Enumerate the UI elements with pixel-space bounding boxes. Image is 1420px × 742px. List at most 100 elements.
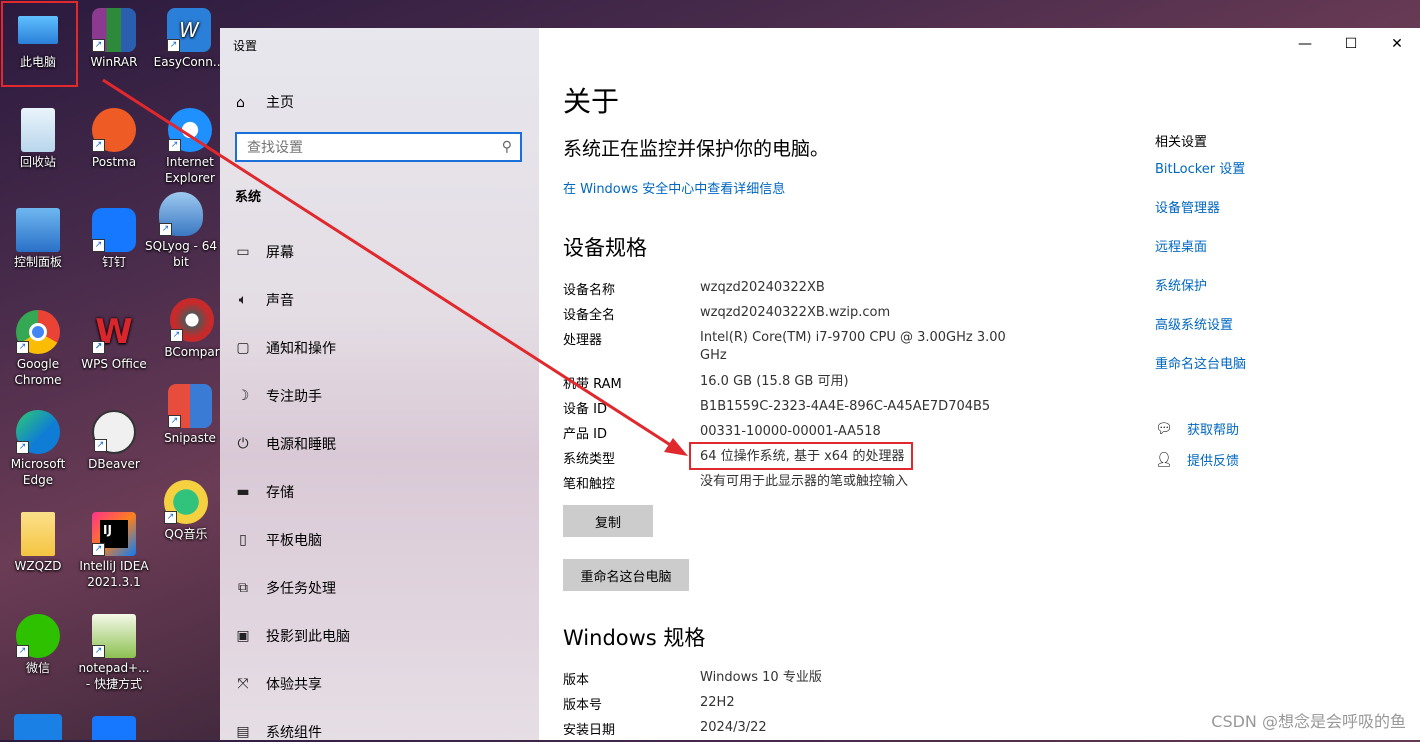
desktop-icon-label: EasyConn... <box>153 55 225 69</box>
desktop-icon-dingtalk[interactable]: ↗ 钉钉 <box>79 208 149 270</box>
desktop-icon-postman[interactable]: ↗ Postma <box>79 108 149 170</box>
related-settings-heading: 相关设置 <box>1155 135 1208 150</box>
desktop-icon-edge[interactable]: ↗ Microsoft Edge <box>3 410 73 488</box>
spec-label: 版本 <box>563 673 590 688</box>
desktop-icon-internet-explorer[interactable]: ↗ Internet Explorer <box>155 108 225 186</box>
desktop-icon-bcompare[interactable]: ↗ BCompar <box>158 298 226 360</box>
desktop-icon-wechat[interactable]: ↗ 微信 <box>3 614 73 676</box>
settings-window: 设置 ⌂ 主页 ⚲ 系统 ▭ 屏幕 🔈︎ 声音 ▢ 通知和操作 ☽ 专注助手 ⏻ 电源和睡眠… <box>220 28 1420 742</box>
help-icon: 💬︎ <box>1155 420 1173 437</box>
desktop-icon-notepadpp[interactable]: ↗ notepad+... - 快捷方式 <box>76 614 152 692</box>
nav-item-sound[interactable]: 🔈︎ 声音 <box>234 290 294 310</box>
control-panel-icon <box>16 208 60 252</box>
recycle-bin-icon <box>21 108 55 152</box>
desktop-icon-intellij[interactable]: IJ ↗ IntelliJ IDEA 2021.3.1 <box>79 512 149 590</box>
close-button[interactable]: ✕ <box>1374 28 1420 60</box>
nav-item-display[interactable]: ▭ 屏幕 <box>234 242 294 262</box>
intellij-icon: IJ ↗ <box>92 512 136 556</box>
desktop-icon-label: WinRAR <box>90 55 138 69</box>
search-input[interactable] <box>245 135 489 161</box>
spec-label: 版本号 <box>563 698 603 713</box>
desktop-icon-label: Snipaste <box>164 431 216 445</box>
nav-section-title: 系统 <box>235 190 262 205</box>
notepadpp-icon: ↗ <box>92 614 136 658</box>
system-protection-link[interactable]: 系统保护 <box>1155 275 1207 294</box>
desktop: 此电脑 ↗ WinRAR W ↗ EasyConn... 回收站 ↗ Postma… <box>0 0 224 740</box>
desktop-icon-label: Google Chrome <box>14 357 62 387</box>
nav-item-storage[interactable]: ▬ 存储 <box>234 482 294 502</box>
desktop-icon-recycle-bin[interactable]: 回收站 <box>3 108 73 170</box>
rename-pc-button[interactable]: 重命名这台电脑 <box>563 559 689 591</box>
desktop-icon-label: Internet Explorer <box>165 155 215 185</box>
desktop-icon-label: 控制面板 <box>13 255 62 269</box>
settings-nav-pane: 设置 ⌂ 主页 ⚲ 系统 ▭ 屏幕 🔈︎ 声音 ▢ 通知和操作 ☽ 专注助手 ⏻ 电源和睡眠… <box>220 28 539 742</box>
desktop-icon-label: WZQZD <box>14 559 62 573</box>
notification-icon: ▢ <box>236 340 250 356</box>
search-box[interactable]: ⚲ <box>235 132 522 162</box>
desktop-icon-sqlyog[interactable]: ↗ SQLyog - 64 bit <box>143 192 219 270</box>
desktop-icon-label: Postma <box>91 155 137 169</box>
focus-assist-icon: ☽ <box>236 388 250 404</box>
desktop-icon-control-panel[interactable]: 控制面板 <box>3 208 73 270</box>
nav-item-notifications[interactable]: ▢ 通知和操作 <box>234 338 336 358</box>
spec-value: Intel(R) Core(TM) i7-9700 CPU @ 3.00GHz … <box>700 330 1006 363</box>
spec-label: 产品 ID <box>563 427 607 442</box>
window-controls: — ☐ ✕ <box>1282 28 1420 60</box>
nav-item-label: 平板电脑 <box>266 533 322 549</box>
rename-pc-link[interactable]: 重命名这台电脑 <box>1155 353 1246 372</box>
wechat-icon: ↗ <box>16 614 60 658</box>
copy-button[interactable]: 复制 <box>563 505 653 537</box>
tablet-icon: ▯ <box>239 532 247 548</box>
nav-home-label: 主页 <box>266 95 294 111</box>
remote-desktop-link[interactable]: 远程桌面 <box>1155 236 1207 255</box>
minimize-button[interactable]: — <box>1282 28 1328 60</box>
spec-value: Windows 10 专业版 <box>700 670 822 685</box>
spec-label: 系统类型 <box>563 452 616 467</box>
desktop-icon-dbeaver[interactable]: ↗ DBeaver <box>79 410 149 472</box>
feedback-icon: 👤︎ <box>1155 451 1173 468</box>
desktop-icon-partial-2[interactable] <box>92 716 136 740</box>
bitlocker-link[interactable]: BitLocker 设置 <box>1155 158 1245 177</box>
desktop-icon-qqmusic[interactable]: ↗ QQ音乐 <box>151 480 221 542</box>
desktop-icon-chrome[interactable]: ↗ Google Chrome <box>3 310 73 388</box>
search-icon[interactable]: ⚲ <box>502 139 512 155</box>
spec-value: B1B1559C-2323-4A4E-896C-A45AE7D704B5 <box>700 399 991 414</box>
advanced-system-settings-link[interactable]: 高级系统设置 <box>1155 314 1233 333</box>
give-feedback-link[interactable]: 👤︎ 提供反馈 <box>1155 450 1239 470</box>
device-specs-heading: 设备规格 <box>563 236 647 260</box>
postman-icon: ↗ <box>92 108 136 152</box>
nav-item-tablet[interactable]: ▯ 平板电脑 <box>234 530 322 550</box>
nav-item-label: 电源和睡眠 <box>266 437 336 453</box>
desktop-icon-partial-1[interactable] <box>14 714 62 740</box>
spec-value: wzqzd20240322XB.wzip.com <box>700 305 891 320</box>
snipaste-icon: ↗ <box>168 384 212 428</box>
nav-item-label: 系统组件 <box>266 725 322 741</box>
get-help-link[interactable]: 💬︎ 获取帮助 <box>1155 419 1239 439</box>
nav-item-power[interactable]: ⏻ 电源和睡眠 <box>234 434 336 454</box>
desktop-icon-snipaste[interactable]: ↗ Snipaste <box>155 384 225 446</box>
dingtalk-icon: ↗ <box>92 208 136 252</box>
desktop-icon-wps[interactable]: W ↗ WPS Office <box>79 310 149 372</box>
folder-icon <box>21 512 55 556</box>
page-title: 关于 <box>563 85 620 118</box>
nav-item-focus-assist[interactable]: ☽ 专注助手 <box>234 386 322 406</box>
sqlyog-icon: ↗ <box>159 192 203 236</box>
home-icon: ⌂ <box>236 95 245 111</box>
device-manager-link[interactable]: 设备管理器 <box>1155 197 1220 216</box>
spec-value: 16.0 GB (15.8 GB 可用) <box>700 374 849 389</box>
winrar-icon: ↗ <box>92 8 136 52</box>
spec-value: 00331-10000-00001-AA518 <box>700 424 881 439</box>
desktop-icon-winrar[interactable]: ↗ WinRAR <box>79 8 149 70</box>
nav-home[interactable]: ⌂ 主页 <box>236 92 294 112</box>
maximize-button[interactable]: ☐ <box>1328 28 1374 60</box>
nav-item-shared-experiences[interactable]: ⤧ 体验共享 <box>234 674 322 694</box>
shared-experience-icon: ⤧ <box>237 676 249 692</box>
security-center-link[interactable]: 在 Windows 安全中心中查看详细信息 <box>563 178 785 197</box>
desktop-icon-easyconnect[interactable]: W ↗ EasyConn... <box>153 8 225 70</box>
power-icon: ⏻ <box>237 436 249 452</box>
nav-item-system-components[interactable]: ▤ 系统组件 <box>234 722 322 742</box>
desktop-icon-folder[interactable]: WZQZD <box>3 512 73 574</box>
nav-item-project[interactable]: ▣ 投影到此电脑 <box>234 626 350 646</box>
nav-item-multitasking[interactable]: ⧉ 多任务处理 <box>234 578 336 598</box>
desktop-icon-label: DBeaver <box>88 457 140 471</box>
